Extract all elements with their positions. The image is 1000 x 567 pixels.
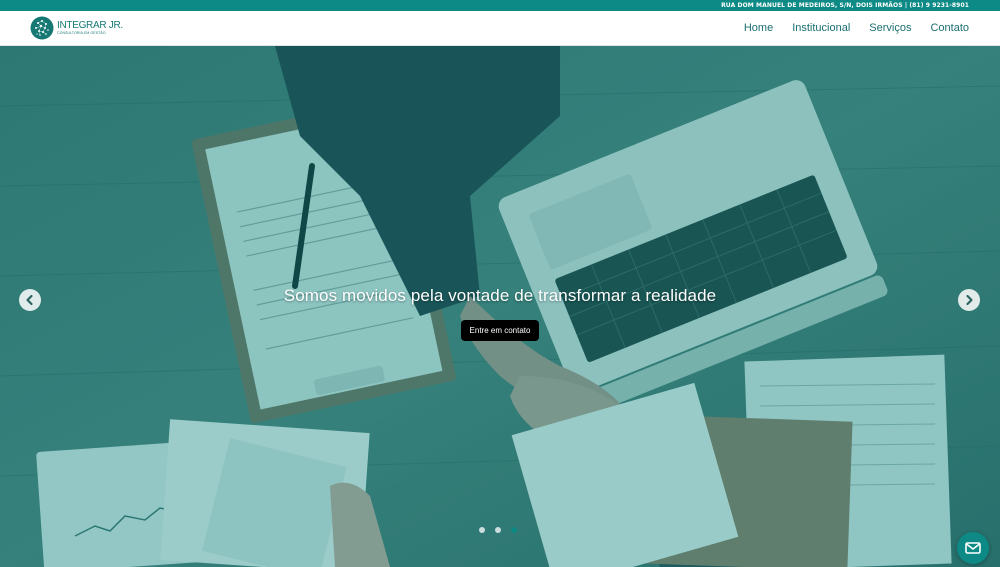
- carousel-dot-3[interactable]: [511, 527, 517, 533]
- hero-carousel: Somos movidos pela vontade de transforma…: [0, 46, 1000, 567]
- carousel-prev-button[interactable]: [19, 289, 41, 311]
- brand-name: INTEGRAR JR.: [57, 19, 123, 31]
- nav-servicos[interactable]: Serviços: [869, 22, 911, 34]
- logo-icon: [30, 16, 54, 40]
- carousel-dot-1[interactable]: [479, 527, 485, 533]
- contact-address: RUA DOM MANUEL DE MEDEIROS, S/N, DOIS IR…: [721, 2, 969, 9]
- carousel-indicators: [479, 527, 517, 533]
- contact-mail-button[interactable]: [957, 532, 989, 564]
- logo[interactable]: INTEGRAR JR. CONSULTORIA EM GESTÃO: [30, 16, 123, 40]
- brand-tagline: CONSULTORIA EM GESTÃO: [57, 30, 106, 35]
- carousel-dot-2[interactable]: [495, 527, 501, 533]
- chevron-left-icon: [26, 294, 33, 306]
- hero-caption: Somos movidos pela vontade de transforma…: [283, 286, 717, 305]
- hero-overlay: [0, 46, 1000, 567]
- site-header: INTEGRAR JR. CONSULTORIA EM GESTÃO Home …: [0, 11, 1000, 46]
- nav-home[interactable]: Home: [744, 22, 773, 34]
- chevron-right-icon: [966, 294, 973, 306]
- mail-icon: [965, 542, 981, 554]
- nav-institucional[interactable]: Institucional: [792, 22, 850, 34]
- top-info-bar: RUA DOM MANUEL DE MEDEIROS, S/N, DOIS IR…: [0, 0, 1000, 11]
- contact-cta-button[interactable]: Entre em contato: [461, 320, 539, 341]
- nav-contato[interactable]: Contato: [930, 22, 969, 34]
- carousel-next-button[interactable]: [958, 289, 980, 311]
- main-nav: Home Institucional Serviços Contato: [744, 22, 969, 34]
